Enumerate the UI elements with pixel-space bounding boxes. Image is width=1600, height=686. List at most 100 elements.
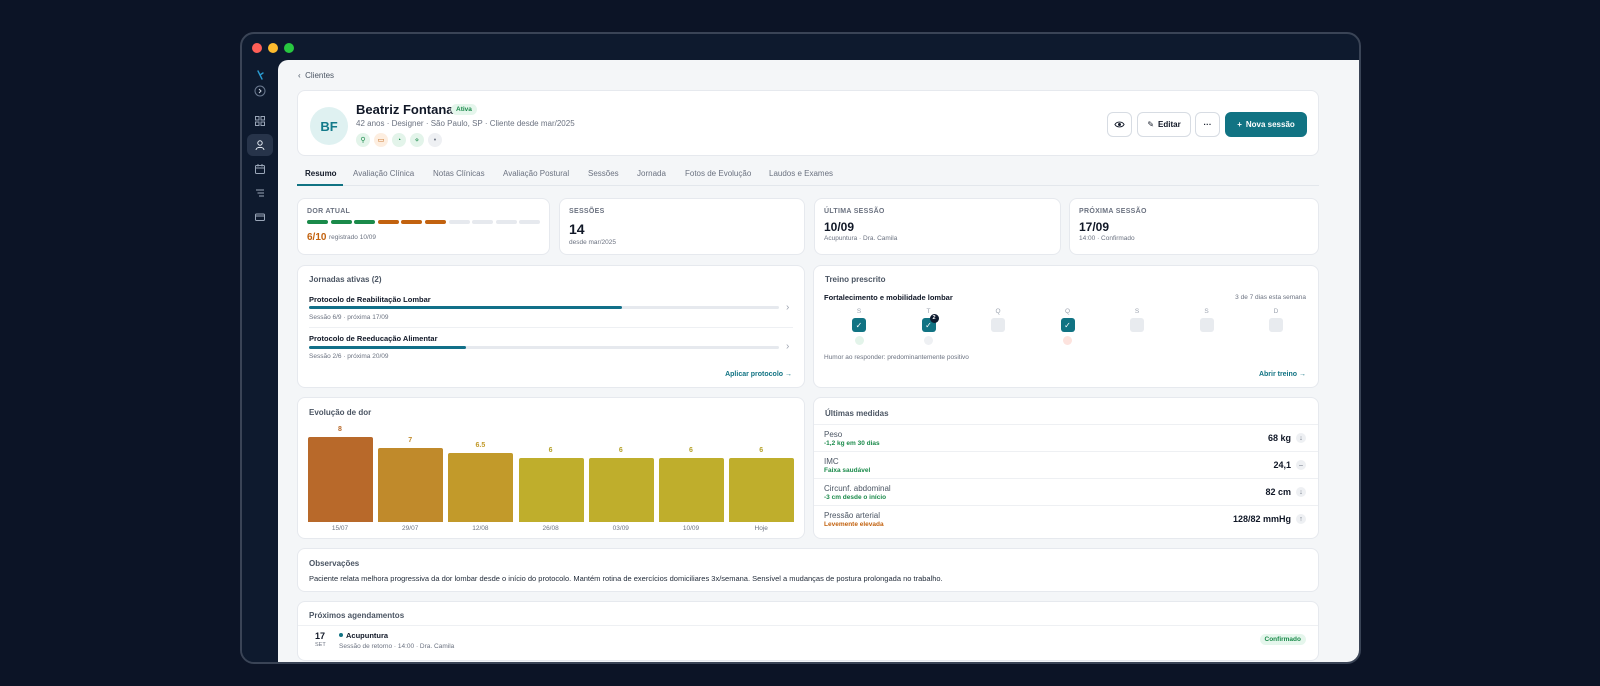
tab-avaliacao-clinica[interactable]: Avaliação Clínica — [353, 169, 414, 178]
appointment-sub: Sessão de retorno · 14:00 · Dra. Camila — [339, 643, 455, 650]
more-button[interactable]: ··· — [1195, 112, 1220, 137]
calendar-icon[interactable] — [247, 158, 273, 180]
observations-card: Observações Paciente relata melhora prog… — [297, 548, 1319, 592]
active-tab-indicator — [297, 184, 343, 186]
title-bar — [242, 34, 1359, 60]
measure-note: Levemente elevada — [824, 521, 884, 528]
chart-value-label: 6 — [689, 447, 693, 455]
appointment-month: SET — [315, 642, 326, 648]
person-icon[interactable]: ⚲ — [356, 133, 370, 147]
chart-bar — [518, 458, 584, 522]
pain-scale-segment — [401, 220, 423, 224]
next-session-label: PRÓXIMA SESSÃO — [1079, 208, 1147, 215]
tab-sessoes[interactable]: Sessões — [588, 169, 619, 178]
measure-row[interactable]: IMC Faixa saudável 24,1– — [814, 451, 1318, 478]
minimize-window-button[interactable] — [268, 43, 278, 53]
appointments-card: Próximos agendamentos 17 SET Acupuntura … — [297, 601, 1319, 661]
measure-row[interactable]: Pressão arterial Levemente elevada 128/82 … — [814, 505, 1318, 532]
tab-notas-clinicas[interactable]: Notas Clínicas — [433, 169, 485, 178]
pin-icon[interactable]: • — [428, 133, 442, 147]
chart-x-tick-label: 12/08 — [472, 525, 489, 532]
edit-button[interactable]: ✎ Editar — [1137, 112, 1191, 137]
day-box[interactable] — [1130, 318, 1144, 332]
chevron-right-icon[interactable]: › — [786, 341, 789, 352]
message-icon[interactable]: ▭ — [374, 133, 388, 147]
measure-row[interactable]: Peso -1,2 kg em 30 dias 68 kg ↓ — [814, 424, 1318, 451]
expand-sidebar-button[interactable] — [247, 80, 273, 102]
list-icon[interactable] — [247, 182, 273, 204]
status-badge: Ativa — [451, 104, 477, 115]
journeys-title: Jornadas ativas (2) — [309, 275, 382, 284]
trend-icon: ↓ — [1296, 487, 1306, 497]
appointment-title[interactable]: Acupuntura — [346, 631, 388, 640]
notification-badge: 2 — [929, 314, 939, 323]
breadcrumb-label[interactable]: Clientes — [305, 71, 334, 80]
apply-protocol-link[interactable]: Aplicar protocolo → — [725, 371, 792, 378]
trend-icon: – — [1296, 460, 1306, 470]
training-card: Treino prescrito Fortalecimento e mobili… — [813, 265, 1319, 388]
tab-resumo[interactable]: Resumo — [305, 169, 337, 178]
patient-name: Beatriz Fontana — [356, 102, 454, 117]
day-box[interactable] — [1199, 318, 1214, 332]
tab-fotos-de-evolucao[interactable]: Fotos de Evolução — [685, 169, 751, 178]
pain-value: 6/10 — [307, 232, 327, 243]
journey-progress-fill — [309, 346, 466, 349]
last-session-value: 10/09 — [824, 220, 855, 234]
more-icon: ··· — [1203, 120, 1212, 129]
pain-scale-segment — [377, 220, 399, 224]
breadcrumb[interactable]: ‹ Clientes — [298, 71, 334, 80]
day-check-icon[interactable]: ✓ — [852, 318, 866, 332]
bell-icon[interactable]: ◔ — [392, 133, 406, 147]
chart-bar — [308, 437, 373, 522]
pain-scale-segment — [495, 220, 517, 224]
open-training-link[interactable]: Abrir treino → — [1259, 371, 1306, 378]
chart-value-label: 8 — [338, 426, 342, 434]
chart-value-label: 6.5 — [475, 442, 486, 450]
day-box[interactable] — [1269, 318, 1283, 332]
measure-value: 68 kg — [1267, 433, 1291, 443]
observations-text: Paciente relata melhora progressiva da d… — [309, 574, 943, 583]
mood-dot-icon — [924, 336, 933, 345]
journey-progress-track — [309, 306, 779, 309]
tab-jornada[interactable]: Jornada — [637, 169, 666, 178]
chevron-right-icon[interactable]: › — [786, 302, 789, 313]
sessions-value: 14 — [569, 221, 585, 237]
measure-value: 128/82 mmHg — [1232, 514, 1291, 524]
dashboard-icon[interactable] — [247, 110, 273, 132]
clients-nav-icon[interactable] — [247, 134, 273, 156]
measure-label: Peso — [824, 430, 843, 439]
tab-laudos-e-exames[interactable]: Laudos e Exames — [769, 169, 833, 178]
patient-subtitle: 42 anos · Designer · São Paulo, SP · Cli… — [356, 119, 575, 128]
tab-avaliacao-postural[interactable]: Avaliação Postural — [503, 169, 569, 178]
next-session-sub: 14:00 · Confirmado — [1079, 235, 1135, 242]
pain-chart-title: Evolução de dor — [309, 408, 372, 417]
close-window-button[interactable] — [252, 43, 262, 53]
sidebar — [242, 60, 278, 662]
day-check-icon[interactable]: ✓ — [1060, 318, 1075, 332]
billing-icon[interactable] — [247, 206, 273, 228]
pain-evolution-card: Evolução de dor 8 15/07 7 29/07 6.5 12/08 6 26/… — [297, 397, 805, 539]
measure-note: Faixa saudável — [824, 467, 871, 474]
journey-title[interactable]: Protocolo de Reabilitação Lombar — [309, 295, 431, 304]
journey-progress-track — [309, 346, 779, 349]
chart-value-label: 6 — [618, 447, 623, 455]
new-session-button[interactable]: + Nova sessão — [1225, 112, 1307, 137]
app-window: ‹ Clientes BF Beatriz Fontana Ativa 42 a… — [240, 32, 1361, 664]
training-week-info: 3 de 7 dias esta semana — [1235, 294, 1306, 301]
day-label: Q — [995, 308, 1001, 315]
journey-title[interactable]: Protocolo de Reeducação Alimentar — [309, 334, 438, 343]
measure-note: -3 cm desde o início — [824, 494, 887, 501]
measure-label: IMC — [824, 457, 839, 466]
divider — [309, 327, 793, 328]
share-icon[interactable]: ⋄ — [410, 133, 424, 147]
day-label: D — [1273, 308, 1279, 315]
day-box[interactable] — [991, 318, 1005, 332]
last-session-sub: Acupuntura · Dra. Camila — [824, 235, 898, 242]
observations-title: Observações — [309, 559, 360, 568]
view-button[interactable] — [1107, 112, 1132, 137]
maximize-window-button[interactable] — [284, 43, 294, 53]
measure-row[interactable]: Circunf. abdominal -3 cm desde o início 82… — [814, 478, 1318, 505]
chart-x-tick-label: 15/07 — [331, 525, 349, 532]
mood-dot-icon — [854, 336, 864, 345]
chart-x-tick-label: 03/09 — [612, 525, 629, 532]
